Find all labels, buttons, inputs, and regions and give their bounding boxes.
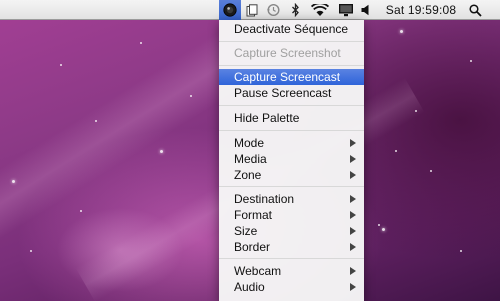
menu-item-label: Capture Screenshot — [234, 46, 341, 60]
menu-item-label: Mode — [234, 136, 265, 150]
menu-item-label: Media — [234, 152, 267, 166]
menu-item-format[interactable]: Format — [219, 207, 364, 223]
wallpaper-star — [382, 228, 385, 231]
menu-item-media[interactable]: Media — [219, 151, 364, 167]
display-icon — [339, 4, 353, 17]
menu-item-label: Capture Screencast — [234, 70, 341, 84]
submenu-arrow-icon — [350, 227, 356, 235]
wallpaper-star — [160, 150, 163, 153]
menu-separator — [219, 41, 364, 42]
submenu-arrow-icon — [350, 155, 356, 163]
menu-item-zone[interactable]: Zone — [219, 167, 364, 183]
menu-item-label: Destination — [234, 192, 295, 206]
menu-item-webcam[interactable]: Webcam — [219, 263, 364, 279]
menu-item-label: Webcam — [234, 264, 282, 278]
menu-item-label: Deactivate Séquence — [234, 22, 349, 36]
menu-item-label: Zone — [234, 168, 262, 182]
menu-item-mode[interactable]: Mode — [219, 135, 364, 151]
menu-item-capture-screenshot: Capture Screenshot — [219, 45, 364, 61]
wallpaper-star — [80, 210, 82, 212]
wifi-icon — [311, 3, 329, 16]
submenu-arrow-icon — [350, 171, 356, 179]
time-machine-menu-extra[interactable] — [263, 0, 283, 20]
menu-item-label: Size — [234, 224, 258, 238]
display-menu-extra[interactable] — [336, 0, 356, 20]
volume-menu-extra[interactable] — [358, 0, 372, 20]
menu-bar: Sat 19:59:08 — [0, 0, 500, 20]
screencast-app-menu-extra[interactable] — [219, 0, 241, 20]
wallpaper-star — [395, 150, 397, 152]
submenu-arrow-icon — [350, 283, 356, 291]
wallpaper-star — [400, 30, 403, 33]
menu-item-label: Audio — [234, 280, 265, 294]
document-copy-menu-extra[interactable] — [243, 0, 261, 20]
menu-item-hide-palette[interactable]: Hide Palette — [219, 110, 364, 126]
menu-item-label: Border — [234, 240, 271, 254]
volume-icon — [361, 4, 368, 16]
wifi-menu-extra[interactable] — [308, 0, 332, 20]
menu-item-border[interactable]: Border — [219, 239, 364, 255]
document-copy-icon — [246, 3, 258, 16]
bluetooth-icon — [291, 3, 299, 17]
submenu-arrow-icon — [350, 211, 356, 219]
wallpaper-star — [460, 250, 462, 252]
menu-separator — [219, 105, 364, 106]
menu-item-label: Pause Screencast — [234, 86, 332, 100]
menu-item-label: Format — [234, 208, 273, 222]
submenu-arrow-icon — [350, 195, 356, 203]
submenu-arrow-icon — [350, 139, 356, 147]
menu-item-pause-screencast[interactable]: Pause Screencast — [219, 85, 364, 101]
wallpaper-star — [95, 120, 97, 122]
spotlight-menu-extra[interactable] — [466, 0, 484, 20]
menubar-clock[interactable]: Sat 19:59:08 — [381, 0, 461, 20]
menu-item-destination[interactable]: Destination — [219, 191, 364, 207]
menu-item-deactivate-sequence[interactable]: Deactivate Séquence — [219, 21, 364, 37]
wallpaper-star — [378, 224, 380, 226]
menu-separator — [219, 130, 364, 131]
wallpaper-star — [60, 64, 62, 66]
menu-separator — [219, 65, 364, 66]
menu-item-audio[interactable]: Audio — [219, 279, 364, 295]
bluetooth-menu-extra[interactable] — [287, 0, 303, 20]
menu-item-size[interactable]: Size — [219, 223, 364, 239]
wallpaper-star — [30, 250, 32, 252]
menu-separator — [219, 186, 364, 187]
wallpaper-star — [470, 60, 472, 62]
wallpaper-star — [12, 180, 15, 183]
submenu-arrow-icon — [350, 243, 356, 251]
menu-separator — [219, 258, 364, 259]
menu-item-label: Hide Palette — [234, 111, 300, 125]
menu-item-capture-screencast[interactable]: Capture Screencast — [219, 69, 364, 85]
screencast-dropdown-menu: Deactivate Séquence Capture Screenshot C… — [219, 20, 364, 301]
spotlight-search-icon — [468, 3, 482, 17]
time-machine-icon — [267, 3, 280, 17]
screencast-app-icon — [223, 3, 237, 17]
wallpaper-star — [140, 42, 142, 44]
submenu-arrow-icon — [350, 267, 356, 275]
wallpaper-star — [430, 170, 432, 172]
wallpaper-star — [415, 110, 417, 112]
wallpaper-star — [190, 95, 192, 97]
